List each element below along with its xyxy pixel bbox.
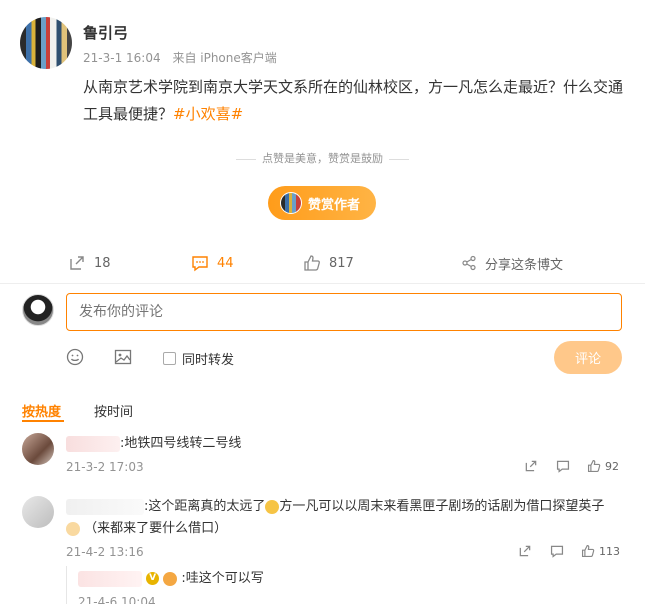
comment-time: 21-4-2 13:16 xyxy=(66,545,144,559)
submit-comment-button[interactable]: 评论 xyxy=(554,341,622,374)
comment-icon xyxy=(192,256,208,272)
repost-icon xyxy=(70,256,84,270)
divider xyxy=(389,158,409,160)
post-action-bar: 18 44 817 分享这条博文 xyxy=(0,250,645,276)
username-redacted[interactable] xyxy=(66,498,144,515)
active-tab-indicator xyxy=(22,420,64,422)
repost-checkbox[interactable] xyxy=(163,352,176,365)
image-upload-button[interactable] xyxy=(114,348,132,370)
repost-toggle[interactable]: 同时转发 xyxy=(163,349,234,368)
reply-thread-line xyxy=(66,566,67,604)
comment-text: :地铁四号线转二号线 xyxy=(66,433,241,455)
image-icon xyxy=(114,349,132,365)
comment-like-button[interactable]: 92 xyxy=(587,459,619,473)
reward-author-button[interactable]: 赞赏作者 xyxy=(268,186,376,220)
username-redacted[interactable] xyxy=(66,435,120,452)
comment-reply-button[interactable] xyxy=(556,459,574,473)
tab-sort-by-hot[interactable]: 按热度 xyxy=(22,401,61,420)
author-avatar[interactable] xyxy=(20,17,72,69)
comment-icon xyxy=(550,545,564,558)
smiley-icon xyxy=(66,348,84,366)
reward-button-label: 赞赏作者 xyxy=(308,197,361,213)
repost-count: 18 xyxy=(94,255,111,271)
reward-tagline-text: 点赞是美意，赞赏是鼓励 xyxy=(262,152,383,165)
thumbs-up-icon xyxy=(587,459,601,473)
repost-icon xyxy=(519,545,531,557)
repost-toggle-label: 同时转发 xyxy=(182,353,235,368)
topic-tag-link[interactable]: #小欢喜# xyxy=(173,105,243,123)
reply-text: V :哇这个可以写 xyxy=(78,568,264,590)
commenter-avatar[interactable] xyxy=(22,496,54,528)
repost-icon xyxy=(525,460,537,472)
repost-button[interactable]: 18 xyxy=(68,250,111,276)
post-meta: 21-3-1 16:04 来自 iPhone客户端 xyxy=(83,49,285,66)
post-source: 来自 iPhone客户端 xyxy=(172,51,277,65)
comment-reply-button[interactable] xyxy=(550,544,568,558)
reply-time: 21-4-6 10:04 xyxy=(78,595,156,604)
user-medal-icon xyxy=(163,571,178,586)
reply-body: :哇这个可以写 xyxy=(181,571,264,586)
comment-text: :这个距离真的太远了 方一凡可以以周末来看黑匣子剧场的话剧为借口探望英子 （来都来… xyxy=(66,496,626,540)
share-label: 分享这条博文 xyxy=(485,257,564,273)
comment-like-count: 113 xyxy=(599,544,620,558)
author-name[interactable]: 鲁引弓 xyxy=(83,22,128,43)
reward-tagline: 点赞是美意，赞赏是鼓励 xyxy=(0,150,645,166)
comment-like-button[interactable]: 113 xyxy=(581,544,620,558)
section-divider xyxy=(0,283,645,284)
cat-emoji-icon xyxy=(66,521,80,536)
laughing-emoji-icon xyxy=(265,499,280,514)
like-count: 817 xyxy=(329,255,354,271)
thumbs-up-icon xyxy=(304,255,320,271)
current-user-avatar[interactable] xyxy=(22,294,54,326)
thumbs-up-icon xyxy=(581,544,595,558)
comment-repost-button[interactable] xyxy=(518,544,536,558)
comment-body: :地铁四号线转二号线 xyxy=(120,436,242,451)
tab-sort-by-time[interactable]: 按时间 xyxy=(94,401,133,420)
comment-time: 21-3-2 17:03 xyxy=(66,460,144,474)
like-button[interactable]: 817 xyxy=(303,250,354,276)
author-mini-avatar xyxy=(280,192,302,214)
post-body: 从南京艺术学院到南京大学天文系所在的仙林校区，方一凡怎么走最近？什么交通工具最便… xyxy=(83,78,624,123)
comment-icon xyxy=(556,460,570,473)
comment-like-count: 92 xyxy=(605,459,619,473)
comment-body: （来都来了要什么借口） xyxy=(84,521,228,536)
comment-body: 方一凡可以以周末来看黑匣子剧场的话剧为借口探望英子 xyxy=(279,499,605,514)
divider xyxy=(236,158,256,160)
comment-count: 44 xyxy=(217,255,234,271)
comment-input[interactable] xyxy=(66,293,622,331)
share-icon xyxy=(462,255,476,271)
comment-button[interactable]: 44 xyxy=(191,250,234,276)
comment-repost-button[interactable] xyxy=(524,459,542,473)
verified-badge-icon: V xyxy=(146,572,160,585)
share-button[interactable]: 分享这条博文 xyxy=(461,250,563,276)
post-time[interactable]: 21-3-1 16:04 xyxy=(83,51,161,65)
commenter-avatar[interactable] xyxy=(22,433,54,465)
comment-body: :这个距离真的太远了 xyxy=(144,499,266,514)
emoji-button[interactable] xyxy=(66,348,84,370)
post-text: 从南京艺术学院到南京大学天文系所在的仙林校区，方一凡怎么走最近？什么交通工具最便… xyxy=(83,74,628,128)
username-redacted[interactable] xyxy=(78,570,142,587)
